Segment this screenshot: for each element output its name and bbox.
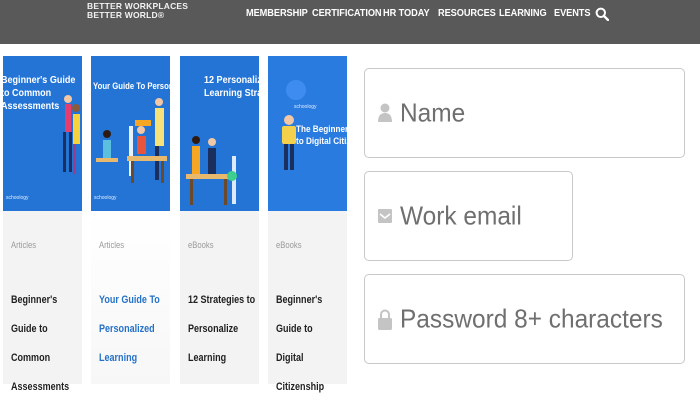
name-placeholder: Name [400,97,466,128]
card-brand: schoology [6,195,29,201]
top-navigation-bar: BETTER WORKPLACES BETTER WORLD® MEMBERSH… [0,0,700,44]
logo[interactable]: BETTER WORKPLACES BETTER WORLD® [87,2,188,20]
logo-line-2: BETTER WORLD® [87,10,165,20]
envelope-icon [378,209,392,223]
work-email-field[interactable]: Work email [364,171,573,261]
card-title[interactable]: Beginner's Guide to Common Assessments [11,286,85,402]
search-icon[interactable] [595,7,609,21]
resource-card[interactable]: 12 Personalized Learning Strategies eBoo… [180,56,259,384]
resource-card[interactable]: Beginner's Guide to Common Assessments s… [3,56,82,393]
password-placeholder: Password 8+ characters [400,303,663,334]
card-brand: schoology [94,195,117,201]
card-thumbnail: Your Guide To Personalized Learning scho… [91,56,170,211]
card-title[interactable]: Your Guide To Personalized Learning [99,286,173,373]
card-type-label: Articles [11,240,37,250]
card-type-label: eBooks [276,240,302,250]
nav-item-certification[interactable]: CERTIFICATION [312,7,382,19]
card-thumbnail: Beginner's Guide to Common Assessments s… [3,56,82,211]
card-brand: schoology [294,104,317,110]
nav-item-membership[interactable]: MEMBERSHIP [246,7,308,19]
work-email-placeholder: Work email [400,200,522,231]
card-type-label: eBooks [188,240,214,250]
card-illustration [96,98,167,183]
card-title[interactable]: 12 Strategies to Personalize Learning [188,286,262,373]
card-thumbnail: 12 Personalized Learning Strategies [180,56,259,211]
nav-item-learning[interactable]: LEARNING [499,7,547,19]
nav-item-hr-today[interactable]: HR TODAY [383,7,430,19]
nav-item-events[interactable]: EVENTS [554,7,591,19]
resource-card[interactable]: schoology The Beginner's Guide to Digita… [268,56,347,393]
card-type-label: Articles [99,240,125,250]
card-thumbnail: schoology The Beginner's Guide to Digita… [268,56,347,211]
user-icon [378,103,392,122]
resource-card[interactable]: Your Guide To Personalized Learning scho… [91,56,170,384]
password-field[interactable]: Password 8+ characters [364,274,685,364]
card-illustration [186,136,237,205]
card-thumbnail-title: The Beginner's Guide to Digital Citizens… [296,124,347,147]
name-field[interactable]: Name [364,68,685,158]
card-illustration [63,95,80,174]
nav-item-resources[interactable]: RESOURCES [438,7,496,19]
lock-icon [378,309,392,330]
card-title[interactable]: Beginner's Guide to Digital Citizenship [276,286,350,402]
